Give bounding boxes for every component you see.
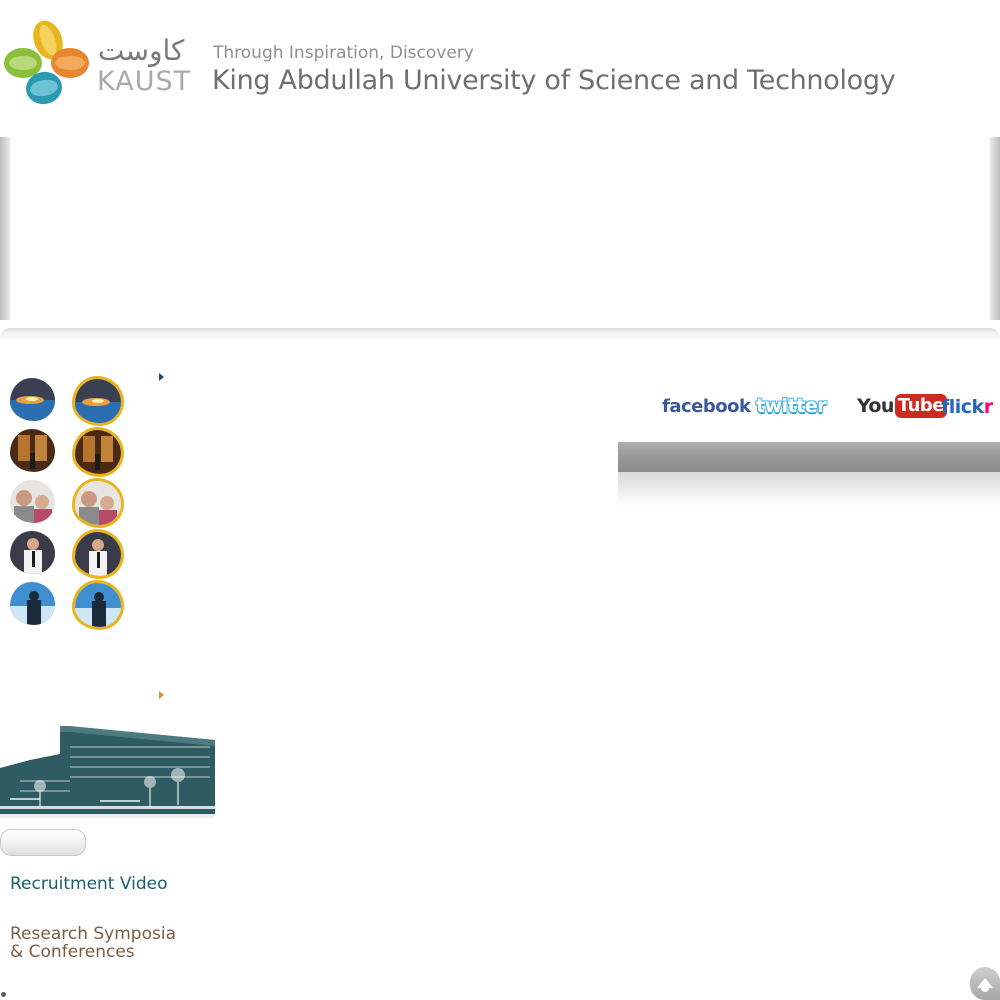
university-name: King Abdullah University of Science and … <box>212 65 896 96</box>
research-symposia-link[interactable]: Research Symposia & Conferences <box>10 925 176 961</box>
arrow-right-icon[interactable] <box>159 691 164 699</box>
recruitment-video-link[interactable]: Recruitment Video <box>10 874 168 894</box>
flickr-text-blue: flick <box>941 396 984 418</box>
scroll-to-top-button[interactable] <box>970 967 1000 1000</box>
logo-arabic-text: كاوست <box>98 34 185 67</box>
thumbnail-ocean-highlight[interactable] <box>72 580 124 630</box>
thumbnail-welding-highlight[interactable] <box>72 376 124 426</box>
twitter-link[interactable]: twitter <box>756 395 827 417</box>
arrow-right-icon[interactable] <box>159 373 164 381</box>
bullet-dot <box>1 992 6 997</box>
logo-wordmark[interactable]: KAUST <box>97 66 191 97</box>
more-button[interactable] <box>0 829 86 856</box>
thumbnail-welding-small[interactable] <box>10 378 55 421</box>
tagline: Through Inspiration, Discovery <box>213 43 474 63</box>
campus-building-image[interactable] <box>0 720 215 818</box>
youtube-tube-text: Tube <box>894 394 948 418</box>
arrow-up-stem <box>981 986 989 992</box>
youtube-link[interactable]: You Tube <box>857 394 948 421</box>
research-link-line-1: Research Symposia <box>10 924 176 944</box>
flickr-text-pink: r <box>983 396 993 418</box>
banner-left-edge <box>0 137 10 320</box>
research-link-line-2: & Conferences <box>10 942 135 962</box>
thumbnail-lecture-small[interactable] <box>10 429 55 472</box>
thumbnail-speaker-highlight[interactable] <box>72 529 124 579</box>
thumbnail-ocean-small[interactable] <box>10 582 55 625</box>
panel-header-shadow <box>618 472 1000 506</box>
panel-header-bar <box>618 442 1000 472</box>
banner-right-edge <box>990 137 1000 320</box>
thumbnail-lecture-highlight[interactable] <box>72 427 124 477</box>
youtube-you-text: You <box>857 395 894 417</box>
thumbnail-speaker-small[interactable] <box>10 531 55 574</box>
section-divider <box>0 328 1000 342</box>
facebook-link[interactable]: facebook <box>662 396 751 417</box>
thumbnail-researchers-small[interactable] <box>10 480 55 523</box>
kaust-logo-icon[interactable] <box>0 18 95 108</box>
thumbnail-researchers-highlight[interactable] <box>72 478 124 528</box>
flickr-link[interactable]: flickr <box>941 396 993 418</box>
